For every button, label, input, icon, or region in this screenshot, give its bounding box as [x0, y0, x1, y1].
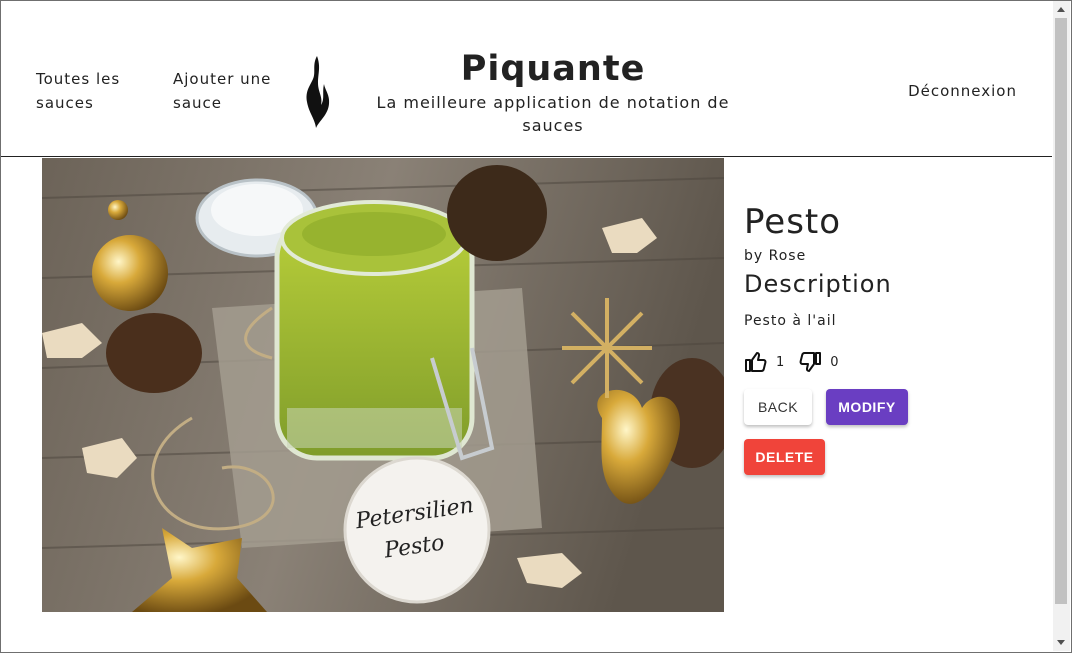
rating-row: 1 0	[744, 349, 1044, 375]
description-heading: Description	[744, 270, 892, 298]
dislikes-count: 0	[830, 354, 839, 370]
scrollbar-thumb[interactable]	[1055, 18, 1067, 604]
sauce-name: Pesto	[744, 202, 842, 242]
brand-block: Piquante La meilleure application de not…	[359, 47, 747, 137]
modify-button[interactable]: MODIFY	[826, 389, 908, 425]
site-header: Toutes les sauces Ajouter une sauce Piqu…	[1, 1, 1052, 157]
sauce-details: Pesto by Rose Description Pesto à l'ail …	[744, 200, 1044, 475]
logout-link[interactable]: Déconnexion	[908, 79, 1017, 103]
sauce-image: Petersilien Pesto	[42, 158, 724, 612]
thumbs-up-icon[interactable]	[744, 350, 768, 374]
flame-logo-icon	[306, 56, 330, 128]
action-buttons: BACK MODIFY	[744, 389, 1044, 425]
scroll-up-arrow-icon[interactable]	[1057, 7, 1065, 12]
description-text: Pesto à l'ail	[744, 313, 837, 329]
sauce-author: by Rose	[744, 248, 807, 264]
likes-count: 1	[776, 354, 785, 370]
nav-all-sauces-link[interactable]: Toutes les sauces	[36, 67, 146, 115]
vertical-scrollbar[interactable]	[1053, 1, 1070, 651]
back-button[interactable]: BACK	[744, 389, 812, 425]
scroll-down-arrow-icon[interactable]	[1057, 640, 1065, 645]
brand-title: Piquante	[460, 49, 646, 89]
nav-add-sauce-link[interactable]: Ajouter une sauce	[173, 67, 283, 115]
thumbs-down-icon[interactable]	[798, 350, 822, 374]
delete-button[interactable]: DELETE	[744, 439, 825, 475]
brand-subtitle: La meilleure application de notation de …	[376, 93, 730, 135]
